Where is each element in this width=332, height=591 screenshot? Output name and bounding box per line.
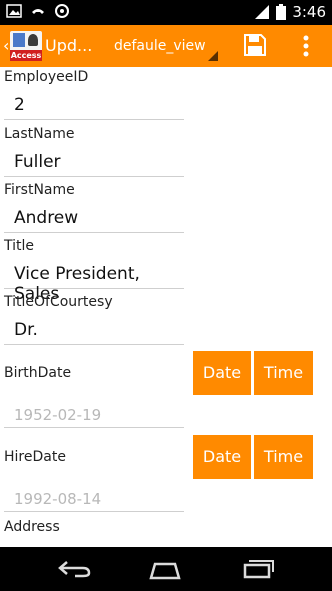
recents-nav-icon[interactable] xyxy=(243,559,275,579)
home-nav-icon[interactable] xyxy=(147,558,183,580)
birth-date-time-button[interactable]: Time xyxy=(254,351,313,395)
battery-icon xyxy=(276,4,287,20)
navigation-bar xyxy=(0,547,332,591)
screen-title: Upd... xyxy=(45,36,93,55)
hire-date-label: HireDate xyxy=(4,449,66,465)
employee-id-field[interactable]: 2 xyxy=(4,93,184,120)
first-name-field[interactable]: Andrew xyxy=(4,206,184,233)
birth-date-date-button[interactable]: Date xyxy=(193,351,251,395)
hire-date-field[interactable]: 1992-08-14 xyxy=(4,485,184,512)
clock: 3:46 xyxy=(292,3,326,21)
voicemail-icon xyxy=(32,9,44,14)
birth-date-field[interactable]: 1952-02-19 xyxy=(4,401,184,428)
signal-icon xyxy=(255,5,270,19)
back-nav-icon[interactable] xyxy=(57,560,91,578)
address-label: Address xyxy=(4,519,60,535)
hire-date-time-button[interactable]: Time xyxy=(254,435,313,479)
title-field[interactable]: Vice President, Sales xyxy=(4,262,184,304)
save-icon[interactable] xyxy=(243,33,267,57)
birth-date-value: 1952-02-19 xyxy=(14,406,102,424)
back-icon[interactable]: ‹ xyxy=(3,36,9,55)
hire-date-date-button[interactable]: Date xyxy=(193,435,251,479)
person-icon xyxy=(28,34,38,46)
last-name-field[interactable]: Fuller xyxy=(4,150,184,177)
title-label: Title xyxy=(4,238,35,254)
logo-word: Access xyxy=(10,50,42,61)
birth-date-label: BirthDate xyxy=(4,365,72,381)
first-name-value: Andrew xyxy=(14,208,79,228)
title-of-courtesy-label: TitleOfCourtesy xyxy=(4,294,113,310)
last-name-label: LastName xyxy=(4,126,75,142)
status-bar: 3:46 xyxy=(0,0,332,25)
book-icon xyxy=(13,33,25,47)
app-logo[interactable]: Access xyxy=(10,31,42,61)
view-spinner[interactable]: defaule_view xyxy=(100,29,220,63)
overflow-menu-icon[interactable] xyxy=(296,34,316,58)
action-bar: ‹ Access Upd... defaule_view xyxy=(0,25,332,67)
employee-id-label: EmployeeID xyxy=(4,69,89,85)
sync-icon xyxy=(55,4,69,18)
first-name-label: FirstName xyxy=(4,182,75,198)
title-of-courtesy-field[interactable]: Dr. xyxy=(4,318,184,345)
employee-id-value: 2 xyxy=(14,95,25,115)
spinner-arrow-icon xyxy=(208,51,218,61)
last-name-value: Fuller xyxy=(14,152,61,172)
image-icon xyxy=(6,4,22,18)
view-name: defaule_view xyxy=(114,38,206,54)
title-of-courtesy-value: Dr. xyxy=(14,320,38,340)
hire-date-value: 1992-08-14 xyxy=(14,490,102,508)
